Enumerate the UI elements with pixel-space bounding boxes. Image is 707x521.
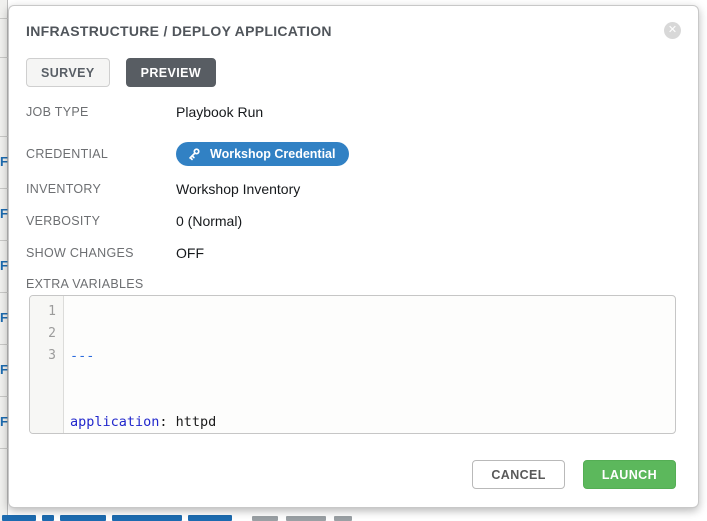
preview-survey-tabs: SURVEY PREVIEW (26, 58, 681, 87)
launch-button[interactable]: LAUNCH (583, 460, 676, 489)
field-label: CREDENTIAL (26, 147, 176, 161)
background-page-edge: F F F F F F (0, 0, 8, 521)
background-row-divider (0, 344, 8, 345)
credential-chip-label: Workshop Credential (210, 147, 335, 161)
modal-title: INFRASTRUCTURE / DEPLOY APPLICATION (26, 21, 332, 39)
editor-line-numbers: 1 2 3 (30, 296, 64, 433)
background-row-divider (0, 396, 8, 397)
yaml-key: application (70, 414, 159, 430)
background-row-divider (0, 292, 8, 293)
deploy-application-modal: INFRASTRUCTURE / DEPLOY APPLICATION ✕ SU… (8, 5, 699, 508)
extra-variables-editor[interactable]: 1 2 3 --- application: httpd (29, 295, 676, 434)
background-clipped-row (0, 508, 707, 521)
modal-header: INFRASTRUCTURE / DEPLOY APPLICATION ✕ (26, 21, 681, 39)
field-value: Workshop Inventory (176, 181, 300, 197)
background-link-fragment: F (0, 311, 8, 324)
key-icon (187, 147, 201, 161)
background-link-fragment: F (0, 259, 8, 272)
field-value: OFF (176, 245, 204, 261)
background-row-divider (0, 18, 8, 19)
field-label: JOB TYPE (26, 105, 176, 119)
background-text-fragment (112, 515, 182, 521)
credential-chip[interactable]: Workshop Credential (176, 142, 349, 166)
field-label: SHOW CHANGES (26, 246, 176, 260)
field-label: VERBOSITY (26, 214, 176, 228)
background-text-fragment (286, 516, 326, 521)
field-show-changes: SHOW CHANGES OFF (26, 245, 681, 261)
background-row-divider (0, 240, 8, 241)
yaml-doc-separator: --- (70, 348, 94, 364)
field-value: 0 (Normal) (176, 213, 242, 229)
background-link-fragment: F (0, 363, 8, 376)
code-line: application: httpd (70, 411, 675, 433)
background-link-fragment: F (0, 207, 8, 220)
background-row-divider (0, 57, 8, 58)
field-verbosity: VERBOSITY 0 (Normal) (26, 213, 681, 229)
modal-footer: CANCEL LAUNCH (26, 460, 676, 489)
close-icon[interactable]: ✕ (664, 22, 681, 39)
line-number: 2 (30, 323, 56, 345)
field-value: Playbook Run (176, 104, 263, 120)
field-inventory: INVENTORY Workshop Inventory (26, 181, 681, 197)
background-text-fragment (334, 516, 352, 521)
field-credential: CREDENTIAL Workshop Credential (26, 142, 681, 166)
field-job-type: JOB TYPE Playbook Run (26, 104, 681, 120)
background-text-fragment (2, 515, 36, 521)
background-text-fragment (60, 515, 106, 521)
background-link-fragment: F (0, 155, 8, 168)
extra-variables-label: EXTRA VARIABLES (26, 277, 681, 291)
editor-code-area[interactable]: --- application: httpd (64, 296, 675, 433)
line-number: 1 (30, 301, 56, 323)
background-text-fragment (42, 515, 54, 521)
background-text-fragment (252, 516, 278, 521)
code-line: --- (70, 345, 675, 367)
background-link-fragment: F (0, 415, 8, 428)
tab-survey[interactable]: SURVEY (26, 58, 110, 87)
background-row-divider (0, 188, 8, 189)
tab-preview[interactable]: PREVIEW (126, 58, 216, 87)
yaml-value: : httpd (159, 414, 216, 430)
background-row-divider (0, 136, 8, 137)
background-row-divider (0, 448, 8, 449)
background-text-fragment (188, 515, 232, 521)
line-number: 3 (30, 345, 56, 367)
cancel-button[interactable]: CANCEL (472, 460, 564, 489)
field-label: INVENTORY (26, 182, 176, 196)
